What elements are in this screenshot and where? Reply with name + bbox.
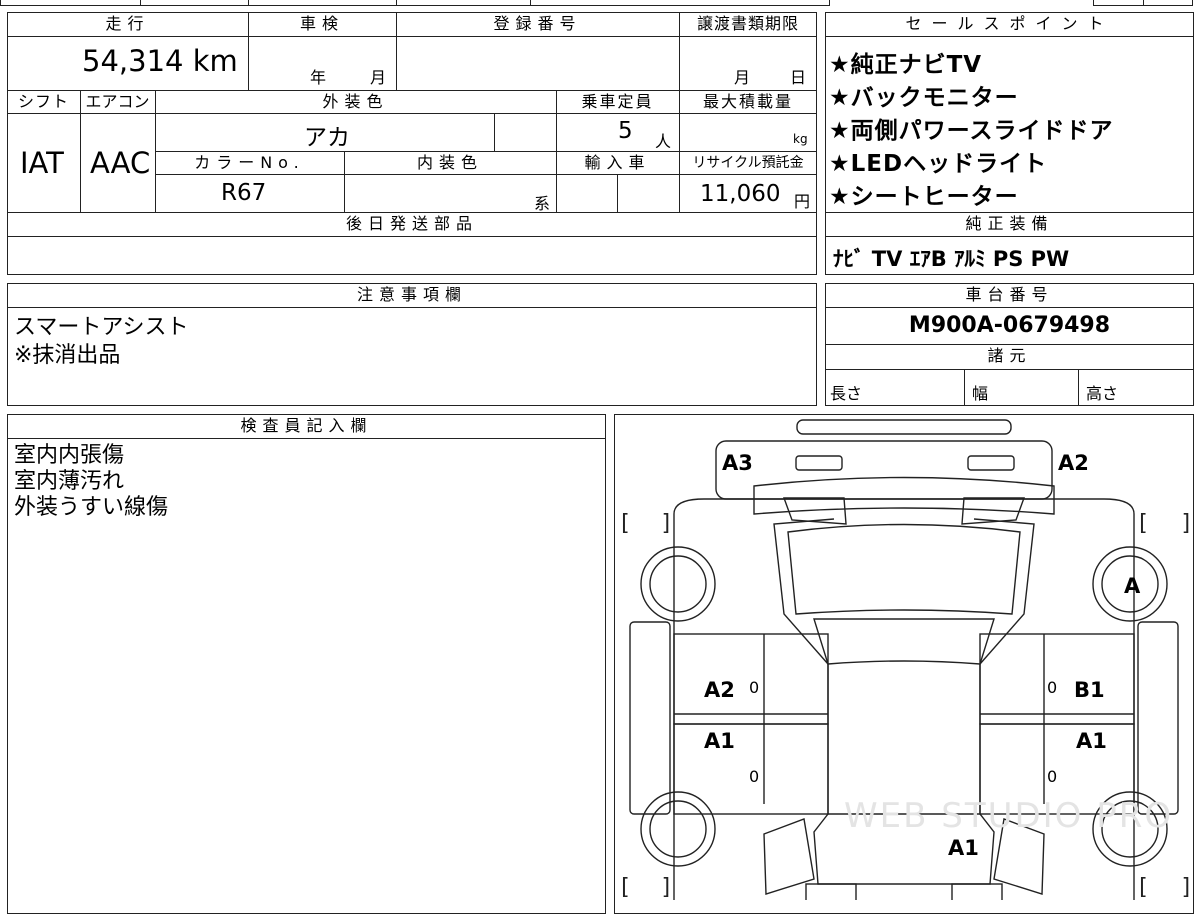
svg-text:[: [ — [618, 511, 631, 536]
exterior-color-header: 外装色 — [156, 91, 555, 113]
specs-header: 諸元 — [826, 345, 1193, 367]
shift-header: シフト — [8, 91, 79, 113]
sales-point-2: ★バックモニター — [829, 85, 1019, 111]
sales-point-5: ★シートヒーター — [829, 184, 1019, 210]
mark-rear: A1 — [948, 836, 979, 860]
equipment-header: 純正装備 — [826, 213, 1193, 235]
inspector-line-1: 室内内張傷 — [14, 443, 125, 468]
equipment-value: ﾅﾋﾞ TV ｴｱB ｱﾙﾐ PS PW — [833, 247, 1070, 271]
capacity-header: 乗車定員 — [557, 91, 678, 113]
spec-height: 高さ — [1086, 384, 1119, 403]
mark-front-right-corner: A2 — [1058, 451, 1089, 475]
interior-color-suffix: 系 — [534, 194, 551, 213]
door-zero-rf: 0 — [1047, 678, 1058, 697]
mark-right-rear-door: A1 — [1076, 729, 1107, 753]
svg-text:]: ] — [660, 511, 673, 536]
sales-point-4: ★LEDヘッドライト — [829, 151, 1048, 177]
recycle-header: リサイクル預託金 — [680, 152, 816, 174]
import-header: 輸入車 — [557, 152, 678, 174]
top-strip — [0, 0, 830, 6]
mark-right-front-door: B1 — [1074, 678, 1105, 702]
shaken-header: 車検 — [249, 13, 395, 35]
watermark: WEB STUDIO PRO — [844, 796, 1174, 836]
color-no-header: カラーNo. — [156, 152, 343, 174]
inspector-header: 検査員記入欄 — [8, 415, 605, 437]
recycle-value: 11,060 — [700, 181, 781, 207]
mark-front-left-corner: A3 — [722, 451, 753, 475]
notes-line-1: スマートアシスト — [14, 315, 189, 340]
chassis-number: M900A-0679498 — [908, 313, 1111, 338]
spec-width: 幅 — [972, 384, 989, 403]
svg-text:[: [ — [618, 875, 631, 900]
sales-points-header: セールスポイント — [826, 13, 1193, 35]
inspector-line-2: 室内薄汚れ — [14, 469, 125, 494]
notes-line-2: ※抹消出品 — [14, 343, 121, 368]
exterior-color-value: アカ — [304, 125, 350, 151]
mileage-value: 54,314 km — [82, 44, 238, 78]
door-zero-lr: 0 — [749, 767, 760, 786]
notes-header: 注意事項欄 — [8, 284, 816, 306]
registration-header: 登録番号 — [397, 13, 678, 35]
later-parts-header: 後日発送部品 — [8, 213, 816, 235]
interior-color-header: 内装色 — [345, 152, 555, 174]
transfer-day-unit: 日 — [790, 68, 807, 87]
spec-length: 長さ — [830, 384, 863, 403]
recycle-unit: 円 — [794, 192, 811, 211]
door-zero-rr: 0 — [1047, 767, 1058, 786]
mark-right-front-wheel: A — [1124, 574, 1141, 598]
capacity-unit: 人 — [655, 132, 672, 151]
sales-point-1: ★純正ナビTV — [829, 52, 983, 78]
transfer-month-unit: 月 — [734, 68, 751, 87]
sales-point-3: ★両側パワースライドドア — [829, 118, 1114, 144]
capacity-value: 5 — [618, 118, 633, 144]
mark-left-rear-door: A1 — [704, 729, 735, 753]
aircon-value: AAC — [90, 146, 151, 180]
mileage-header: 走行 — [8, 13, 247, 35]
svg-text:]: ] — [1180, 511, 1193, 536]
shaken-year-unit: 年 — [310, 68, 327, 87]
svg-text:]: ] — [660, 875, 673, 900]
shaken-month-unit: 月 — [370, 68, 387, 87]
shift-value: IAT — [20, 146, 64, 180]
color-no-value: R67 — [221, 180, 267, 206]
door-zero-lf: 0 — [749, 678, 760, 697]
aircon-header: エアコン — [81, 91, 154, 113]
svg-text:[: [ — [1136, 875, 1149, 900]
transfer-deadline-header: 譲渡書類期限 — [680, 13, 816, 35]
svg-text:[: [ — [1136, 511, 1149, 536]
max-load-header: 最大積載量 — [680, 91, 816, 113]
max-load-unit: kg — [793, 132, 808, 146]
chassis-header: 車台番号 — [826, 284, 1193, 306]
svg-text:]: ] — [1180, 875, 1193, 900]
mark-left-front-door: A2 — [704, 678, 735, 702]
inspector-line-3: 外装うすい線傷 — [14, 495, 169, 520]
